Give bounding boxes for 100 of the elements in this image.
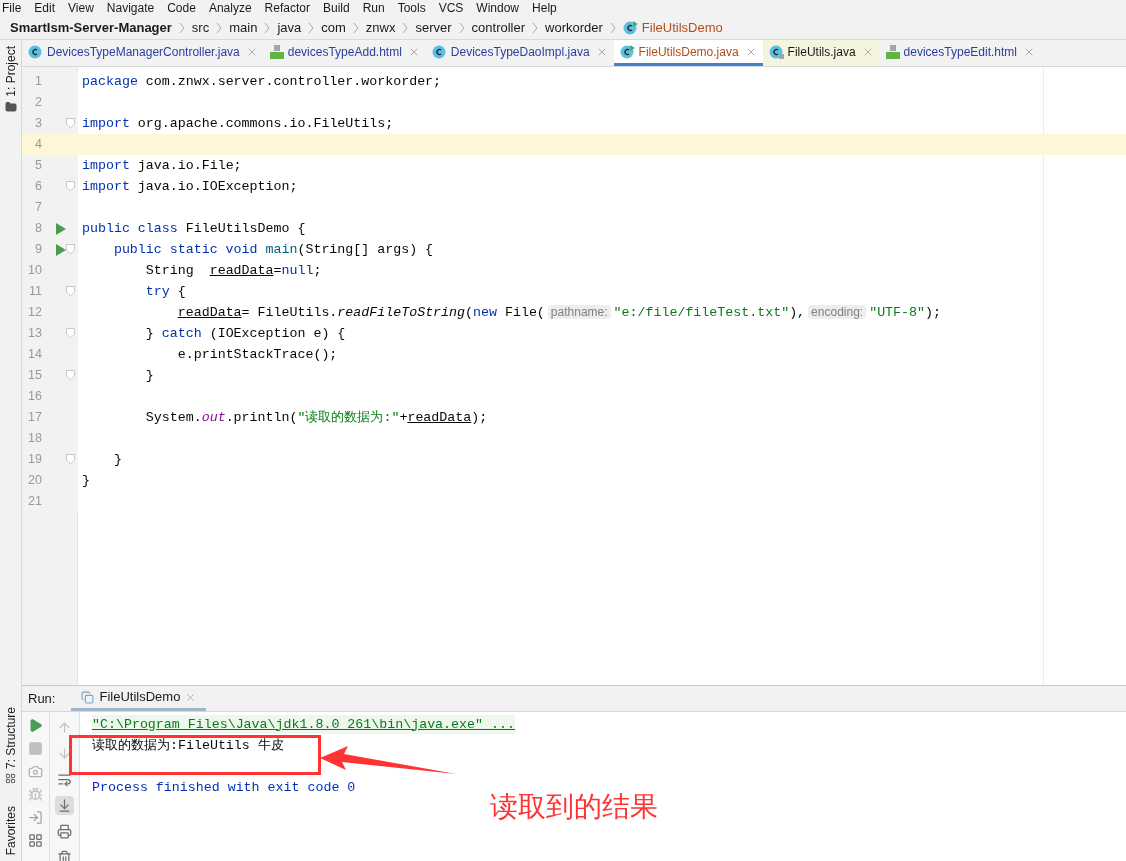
project-tool-tab[interactable]: 1: Project	[1, 46, 20, 97]
code-text: } catch (IOException e) {	[144, 324, 346, 343]
print-icon[interactable]	[57, 824, 72, 839]
line-number: 21	[27, 493, 42, 511]
breadcrumb-item[interactable]: java	[277, 17, 302, 38]
breadcrumb-item[interactable]: znwx	[365, 17, 396, 38]
menu-item[interactable]: Tools	[397, 0, 426, 17]
fold-icon[interactable]	[66, 118, 75, 129]
chevron-icon	[308, 21, 315, 34]
fold-icon[interactable]	[66, 454, 75, 465]
class-run-icon	[622, 20, 638, 35]
code-text: }	[144, 366, 154, 385]
fold-icon[interactable]	[66, 286, 75, 297]
class-icon	[431, 44, 447, 59]
run-icon[interactable]	[56, 243, 66, 256]
line-number: 16	[27, 388, 42, 406]
chevron-icon	[352, 21, 359, 34]
enter-icon[interactable]	[28, 810, 43, 825]
line-number: 9	[34, 241, 42, 259]
editor-tab[interactable]: DevicesTypeManagerController.java	[22, 40, 264, 66]
fold-icon[interactable]	[66, 370, 75, 381]
editor-tab[interactable]: devicesTypeEdit.html	[879, 40, 1041, 66]
code-text: import java.io.File;	[81, 156, 242, 175]
parameter-hint: encoding:	[808, 304, 867, 319]
run-icon[interactable]	[56, 222, 66, 235]
code-text: import org.apache.commons.io.FileUtils;	[81, 114, 394, 133]
class-lock-icon	[768, 44, 784, 59]
menu-item[interactable]: Window	[476, 0, 520, 17]
soft-wrap-icon[interactable]	[57, 772, 72, 787]
down-arrow-icon[interactable]	[57, 746, 72, 761]
line-number: 3	[34, 115, 42, 133]
code-text: try {	[144, 282, 186, 301]
line-number: 2	[34, 94, 42, 112]
breadcrumb-item[interactable]: server	[415, 17, 452, 38]
menu-item[interactable]: File	[2, 0, 22, 17]
favorites-tool-tab[interactable]: Favorites	[1, 805, 20, 855]
scroll-to-end-icon[interactable]	[57, 798, 72, 813]
structure-icon	[5, 772, 16, 784]
editor-tab[interactable]: FileUtilsDemo.java	[613, 40, 763, 66]
fold-icon[interactable]	[66, 244, 75, 255]
run-label: Run:	[27, 689, 57, 708]
code-text: package com.znwx.server.controller.workorder;	[81, 72, 442, 91]
up-arrow-icon[interactable]	[57, 720, 72, 735]
fold-icon[interactable]	[66, 181, 75, 192]
menu-item[interactable]: VCS	[438, 0, 464, 17]
breadcrumb-item[interactable]: SmartIsm-Server-Manager	[10, 17, 172, 38]
breadcrumb-item[interactable]: com	[321, 17, 346, 38]
chevron-icon	[532, 21, 539, 34]
html-file-icon	[269, 44, 284, 59]
class-run-icon	[619, 44, 635, 59]
menu-item[interactable]: Refactor	[264, 0, 310, 17]
menu-item[interactable]: Edit	[34, 0, 56, 17]
layout-icon[interactable]	[28, 833, 43, 848]
menu-item[interactable]: Run	[362, 0, 385, 17]
console-icon	[81, 690, 95, 704]
breadcrumb-item[interactable]: main	[229, 17, 258, 38]
parameter-hint: pathname:	[547, 304, 611, 319]
line-number: 5	[34, 157, 42, 175]
html-file-icon	[885, 44, 900, 59]
code-text: import java.io.IOException;	[81, 177, 298, 196]
chevron-icon	[264, 21, 271, 34]
menu-item[interactable]: Navigate	[106, 0, 155, 17]
line-number: 15	[27, 367, 42, 385]
line-number: 10	[27, 262, 42, 280]
breadcrumb-item[interactable]: FileUtilsDemo	[641, 17, 723, 38]
bug-icon[interactable]	[28, 787, 43, 802]
structure-tool-tab[interactable]: 7: Structure	[1, 706, 20, 769]
run-icon[interactable]	[28, 718, 43, 733]
editor-tab[interactable]: DevicesTypeDaoImpl.java	[425, 40, 614, 66]
code-text: }	[81, 471, 90, 490]
run-tab[interactable]: FileUtilsDemo	[71, 686, 207, 711]
menu-item[interactable]: Help	[532, 0, 557, 17]
close-icon[interactable]	[185, 691, 197, 703]
class-icon	[28, 44, 43, 59]
code-text: public static void main(String[] args) {	[112, 240, 434, 259]
line-number: 12	[27, 304, 42, 322]
menu-item[interactable]: Code	[167, 0, 196, 17]
menu-item[interactable]: Analyze	[208, 0, 252, 17]
menu-item[interactable]: Build	[322, 0, 350, 17]
fold-icon[interactable]	[66, 328, 75, 339]
code-text: public class FileUtilsDemo {	[81, 219, 306, 238]
line-number: 4	[34, 136, 42, 154]
line-number: 1	[34, 73, 42, 91]
line-number: 11	[28, 283, 42, 301]
code-text: }	[112, 450, 122, 469]
trash-icon[interactable]	[57, 850, 72, 861]
stop-icon[interactable]	[28, 741, 43, 756]
camera-icon[interactable]	[28, 764, 43, 779]
breadcrumb-item[interactable]: controller	[471, 17, 526, 38]
breadcrumb-item[interactable]: workorder	[545, 17, 603, 38]
editor-tab[interactable]: FileUtils.java	[762, 40, 880, 66]
chevron-icon	[216, 21, 223, 34]
line-number: 19	[27, 451, 42, 469]
menu-item[interactable]: View	[68, 0, 94, 17]
line-number: 8	[34, 220, 42, 238]
editor-tab[interactable]: devicesTypeAdd.html	[263, 40, 426, 66]
breadcrumb-item[interactable]: src	[191, 17, 210, 38]
chevron-icon	[609, 21, 616, 34]
chevron-icon	[402, 21, 409, 34]
chevron-icon	[178, 21, 185, 34]
